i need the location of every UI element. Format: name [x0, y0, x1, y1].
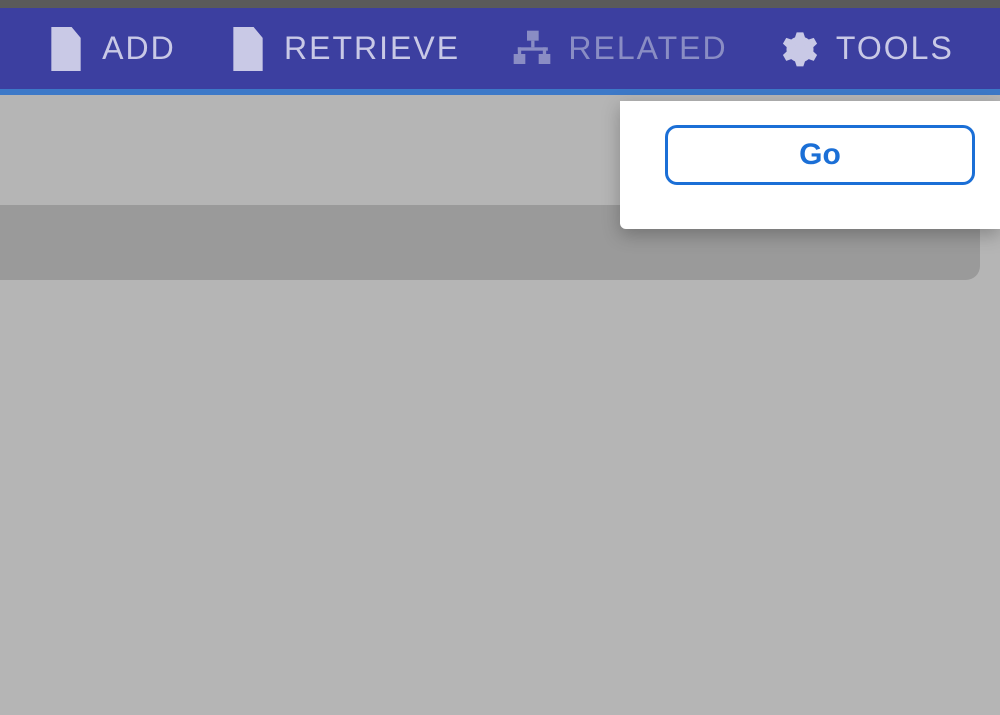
sitemap-icon: [512, 27, 552, 71]
retrieve-file-icon: [228, 27, 268, 71]
toolbar-label: ADD: [102, 30, 176, 67]
toolbar-label: TOOLS: [836, 30, 954, 67]
toolbar-label: RETRIEVE: [284, 30, 460, 67]
go-button-label: Go: [799, 138, 841, 172]
top-edge: [0, 0, 1000, 8]
add-file-icon: [46, 27, 86, 71]
dropdown-panel: Go: [620, 101, 1000, 229]
add-button[interactable]: ADD: [46, 27, 176, 71]
toolbar: ADD RETRIEVE RELATED: [0, 8, 1000, 95]
tools-button[interactable]: TOOLS: [780, 27, 954, 71]
gear-icon: [780, 27, 820, 71]
toolbar-label: RELATED: [568, 30, 727, 67]
retrieve-button[interactable]: RETRIEVE: [228, 27, 460, 71]
related-button[interactable]: RELATED: [512, 27, 727, 71]
go-button[interactable]: Go: [665, 125, 975, 185]
